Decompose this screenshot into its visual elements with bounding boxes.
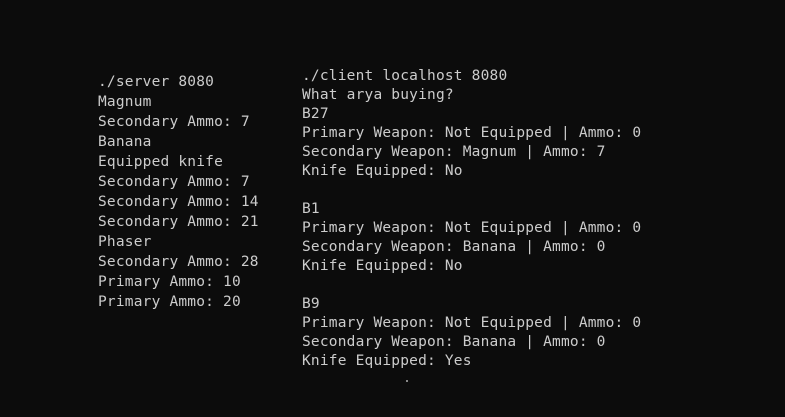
purchase-code: B9 (302, 296, 320, 312)
knife-status: Knife Equipped: No (302, 163, 463, 179)
primary-weapon-status: Primary Weapon: Not Equipped | Ammo: 0 (302, 125, 642, 141)
server-output-line: Secondary Ammo: 7 (98, 114, 250, 130)
server-output-line: Equipped knife (98, 154, 224, 170)
server-output-line: Primary Ammo: 20 (98, 294, 241, 310)
purchase-code: B27 (302, 106, 329, 122)
secondary-weapon-status: Secondary Weapon: Magnum | Ammo: 7 (302, 144, 606, 160)
server-output-line: Phaser (98, 234, 152, 250)
server-output-line: Primary Ammo: 10 (98, 274, 241, 290)
server-output-line: Secondary Ammo: 14 (98, 194, 259, 210)
client-terminal-output[interactable]: ./client localhost 8080 What arya buying… (302, 67, 641, 371)
client-command-line: ./client localhost 8080 (302, 68, 508, 84)
server-output-line: Banana (98, 134, 152, 150)
primary-weapon-status: Primary Weapon: Not Equipped | Ammo: 0 (302, 315, 642, 331)
primary-weapon-status: Primary Weapon: Not Equipped | Ammo: 0 (302, 220, 642, 236)
server-output-line: Magnum (98, 94, 152, 110)
server-output-line: Secondary Ammo: 7 (98, 174, 250, 190)
secondary-weapon-status: Secondary Weapon: Banana | Ammo: 0 (302, 334, 606, 350)
server-command-line: ./server 8080 (98, 74, 215, 90)
purchase-code: B1 (302, 201, 320, 217)
server-output-line: Secondary Ammo: 21 (98, 214, 259, 230)
server-terminal-output[interactable]: ./server 8080 Magnum Secondary Ammo: 7 B… (98, 72, 259, 312)
knife-status: Knife Equipped: Yes (302, 353, 472, 369)
client-prompt-line: What arya buying? (302, 87, 454, 103)
secondary-weapon-status: Secondary Weapon: Banana | Ammo: 0 (302, 239, 606, 255)
server-output-line: Secondary Ammo: 28 (98, 254, 259, 270)
knife-status: Knife Equipped: No (302, 258, 463, 274)
text-cursor-icon (406, 380, 408, 382)
